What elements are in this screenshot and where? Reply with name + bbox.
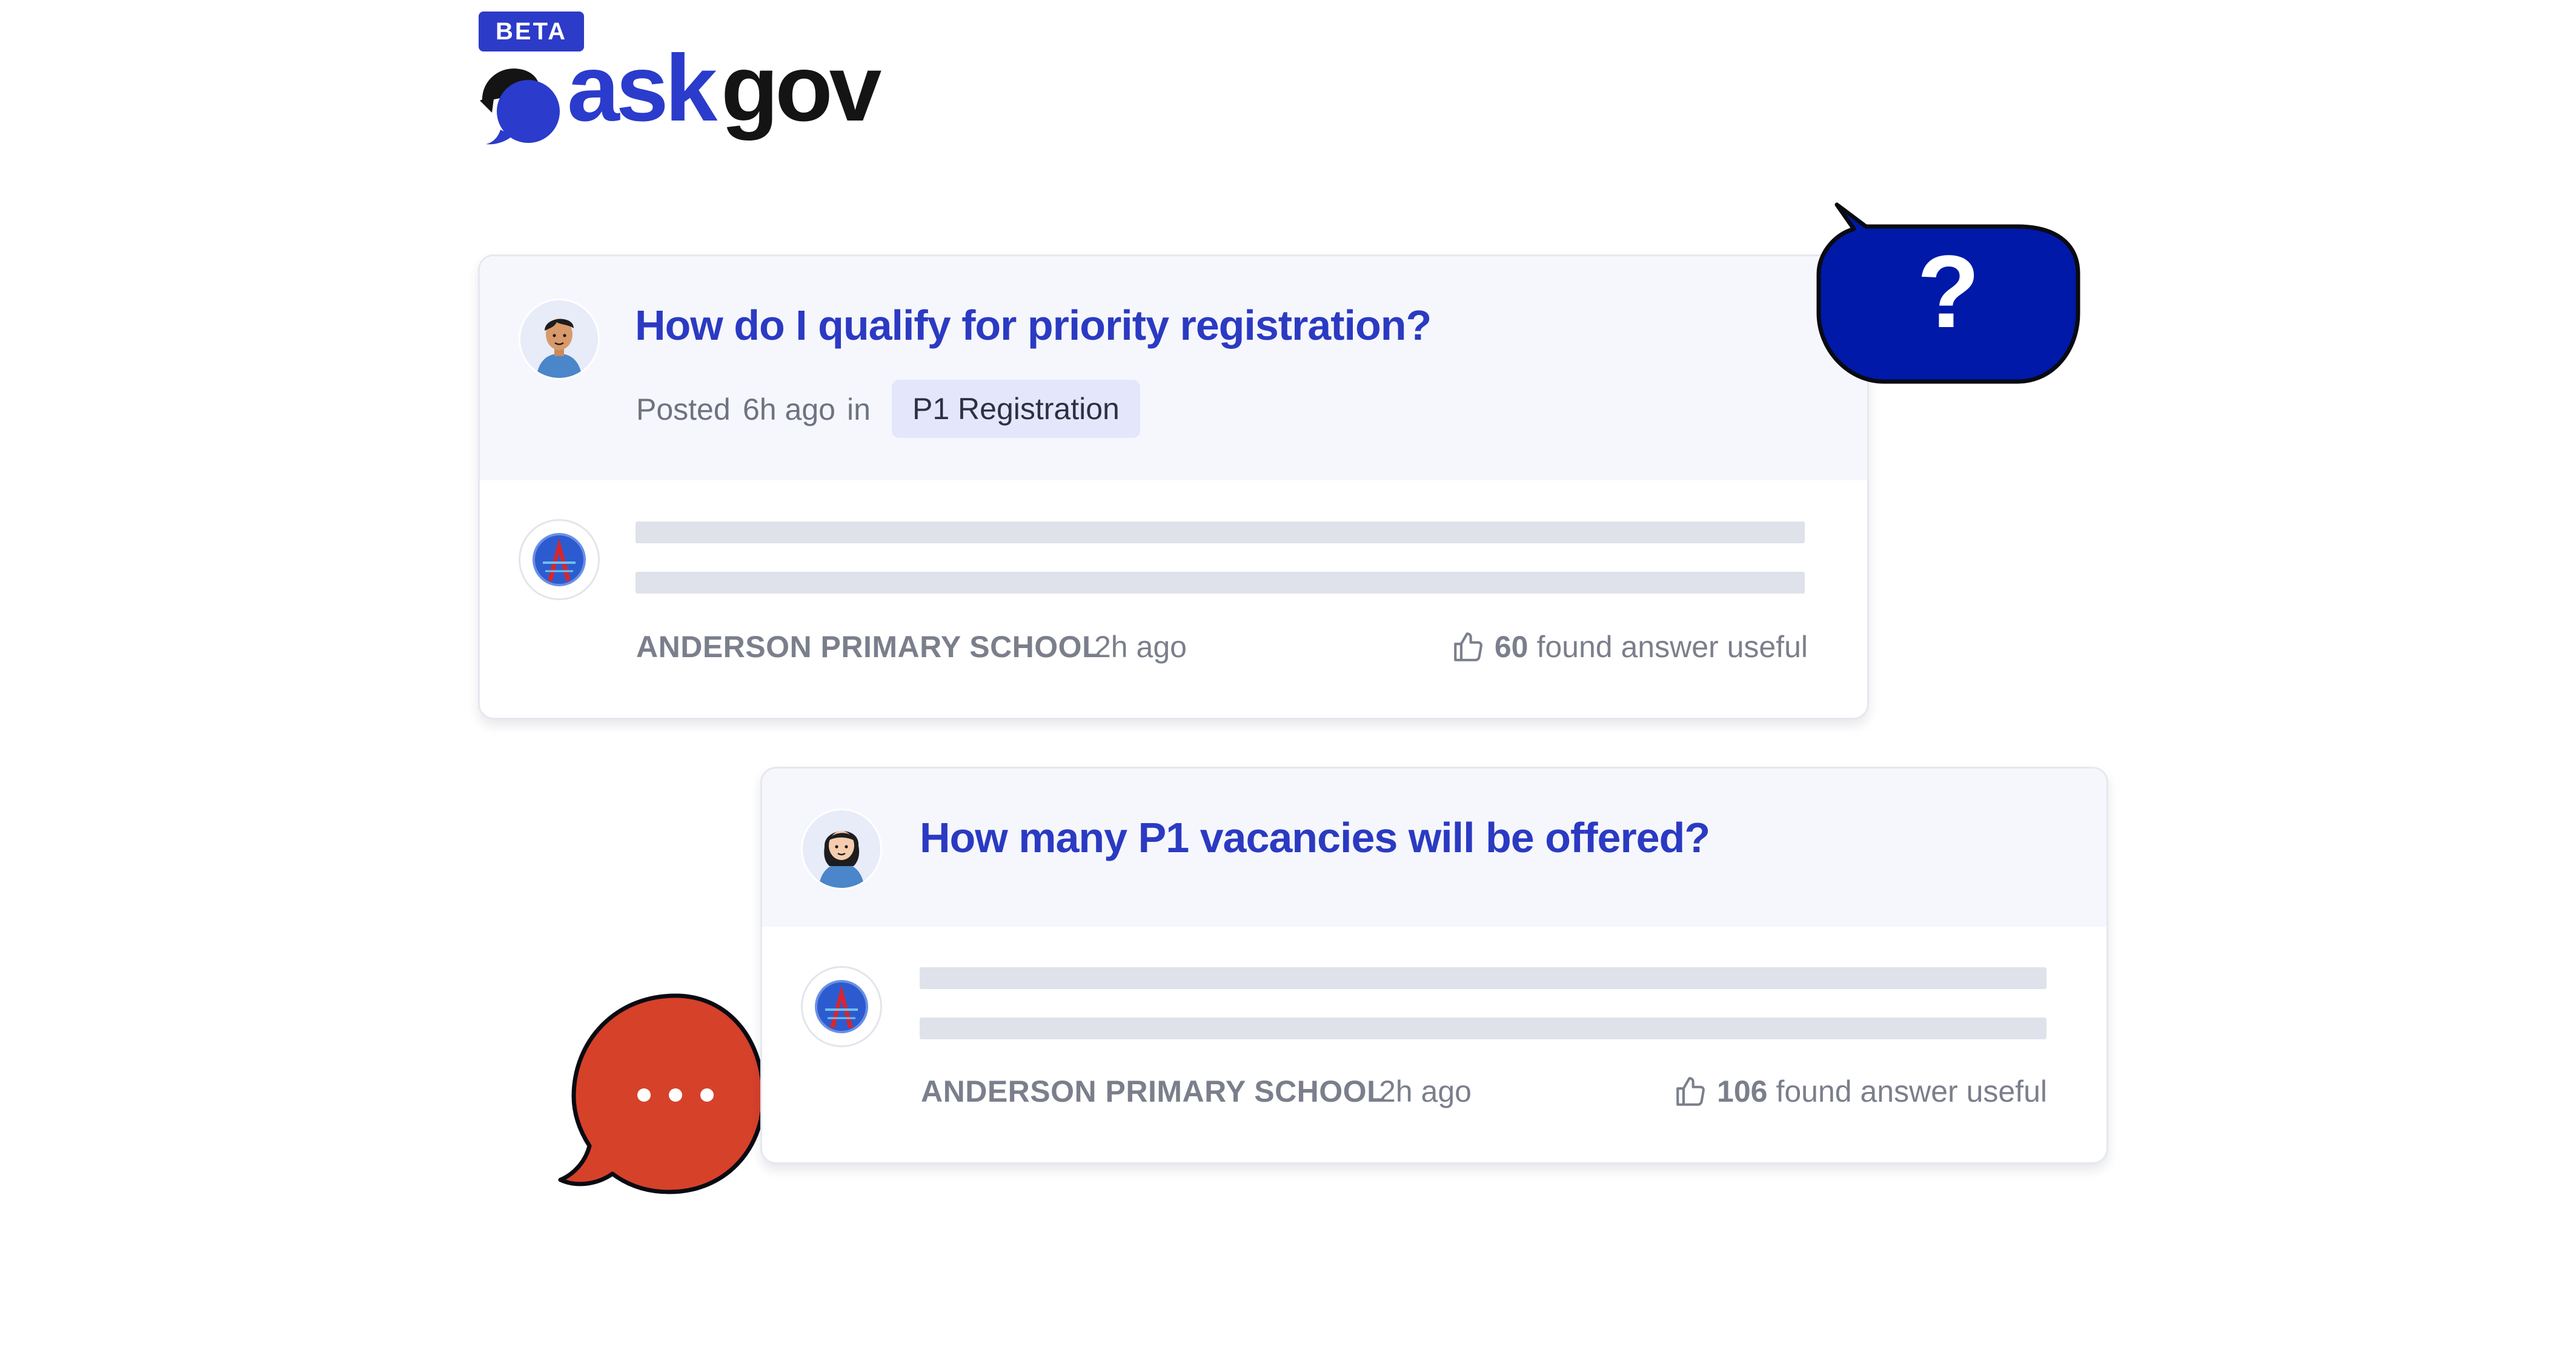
answer-agency-name[interactable]: ANDERSON PRIMARY SCHOOL [921, 1076, 1386, 1107]
school-crest-icon [519, 519, 600, 600]
question-card[interactable]: How do I qualify for priority registrati… [478, 254, 1869, 720]
question-card[interactable]: How many P1 vacancies will be offered? A… [760, 767, 2108, 1164]
male-user-avatar-icon [519, 299, 600, 380]
typing-bubble-icon [558, 993, 766, 1194]
useful-label: found answer useful [1536, 630, 1808, 664]
thumbs-up-icon[interactable] [1673, 1074, 1708, 1109]
logo-text-ask: ask [567, 36, 717, 141]
question-title[interactable]: How many P1 vacancies will be offered? [920, 815, 1710, 861]
question-mark-glyph: ? [1917, 234, 1980, 349]
posted-time: 6h ago [743, 392, 835, 426]
useful-label: found answer useful [1776, 1074, 2047, 1108]
question-bubble-icon: ? [1816, 202, 2080, 384]
useful-count-group[interactable]: 106 found answer useful [1673, 1074, 2047, 1109]
answer-placeholder-line [920, 967, 2047, 989]
question-header: How many P1 vacancies will be offered? [762, 769, 2106, 927]
askgov-logo-icon [480, 68, 560, 145]
thumbs-up-icon[interactable] [1451, 629, 1486, 664]
question-title[interactable]: How do I qualify for priority registrati… [635, 302, 1432, 349]
useful-count: 106 [1717, 1074, 1768, 1108]
useful-count-group[interactable]: 60 found answer useful [1451, 629, 1808, 664]
posted-in-label: in [847, 392, 871, 426]
answer-placeholder-line [636, 572, 1805, 594]
female-user-avatar-icon [801, 809, 882, 890]
useful-count: 60 [1494, 630, 1529, 664]
question-header: How do I qualify for priority registrati… [480, 256, 1867, 480]
school-crest-icon [801, 966, 882, 1047]
answer-time: 2h ago [1379, 1074, 1472, 1108]
answer-placeholder-line [920, 1018, 2047, 1039]
logo-text-gov: gov [721, 36, 881, 141]
answer-placeholder-line [636, 521, 1805, 543]
answer-time: 2h ago [1094, 630, 1187, 664]
answer-agency-name[interactable]: ANDERSON PRIMARY SCHOOL [636, 632, 1101, 662]
posted-label: Posted [636, 392, 731, 426]
category-tag[interactable]: P1 Registration [892, 380, 1140, 438]
